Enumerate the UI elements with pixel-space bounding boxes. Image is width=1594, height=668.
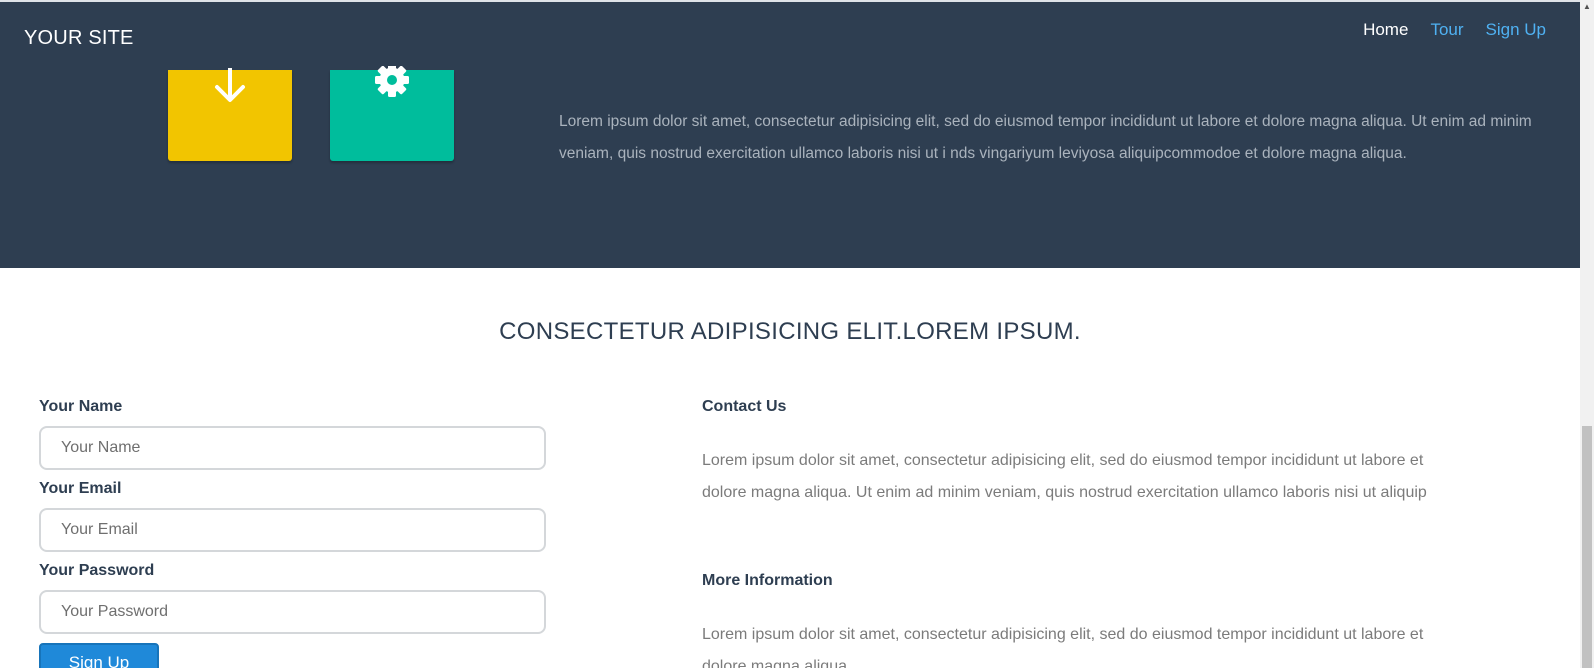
- download-arrow-icon: [212, 66, 248, 111]
- hero-description: Lorem ipsum dolor sit amet, consectetur …: [559, 112, 1532, 162]
- password-input[interactable]: [39, 590, 546, 634]
- settings-tile: [330, 63, 454, 161]
- section-title: CONSECTETUR ADIPISICING ELIT.LOREM IPSUM…: [499, 318, 1081, 345]
- nav-signup-link[interactable]: Sign Up: [1464, 20, 1546, 40]
- more-info-text: Lorem ipsum dolor sit amet, consectetur …: [702, 626, 1424, 668]
- email-input[interactable]: [39, 508, 546, 552]
- nav-home-link[interactable]: Home: [1341, 20, 1408, 40]
- scrollbar-thumb[interactable]: [1582, 426, 1592, 668]
- hero-top-border: [0, 0, 1580, 2]
- password-label: Your Password: [39, 562, 155, 579]
- hero-band: YOUR SITE Home Tour Sign Up Lorem ipsum …: [0, 0, 1580, 268]
- nav-tour-link[interactable]: Tour: [1408, 20, 1463, 40]
- email-label: Your Email: [39, 480, 122, 497]
- download-tile: [168, 66, 292, 161]
- signup-button[interactable]: Sign Up: [39, 643, 159, 668]
- name-label: Your Name: [39, 398, 123, 415]
- contact-heading: Contact Us: [702, 398, 787, 415]
- contact-text: Lorem ipsum dolor sit amet, consectetur …: [702, 452, 1427, 501]
- more-info-heading: More Information: [702, 572, 833, 589]
- page: YOUR SITE Home Tour Sign Up Lorem ipsum …: [0, 0, 1594, 668]
- scroll-up-arrow-icon[interactable]: ▲: [1580, 0, 1594, 14]
- main-nav: Home Tour Sign Up: [1341, 20, 1546, 40]
- gear-icon: [371, 63, 413, 109]
- site-brand[interactable]: YOUR SITE: [24, 27, 134, 50]
- page-scrollbar[interactable]: ▲: [1580, 0, 1594, 668]
- name-input[interactable]: [39, 426, 546, 470]
